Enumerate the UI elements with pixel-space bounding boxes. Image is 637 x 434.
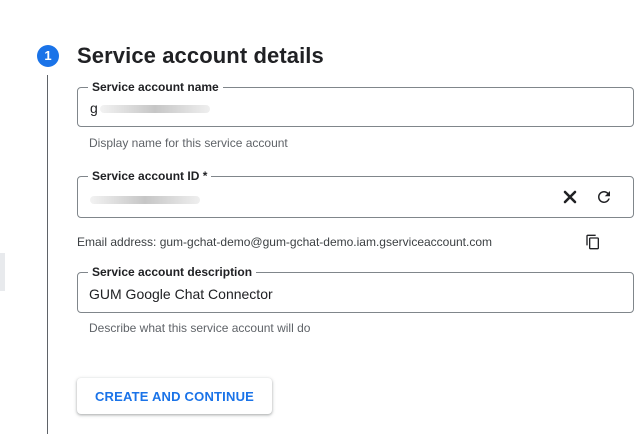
service-account-description-hint: Describe what this service account will … [89,321,311,335]
service-account-id-label: Service account ID * [88,168,212,184]
service-account-id-field[interactable]: Service account ID * [77,168,634,218]
copy-icon[interactable] [582,231,604,253]
email-address-text: Email address: gum-gchat-demo@gum-gchat-… [77,235,493,249]
step-number-badge: 1 [37,45,59,67]
service-account-description-field[interactable]: Service account description GUM Google C… [77,264,634,313]
service-account-name-value[interactable]: g [90,99,210,117]
stepper-connector-line [47,75,48,434]
service-account-id-value[interactable] [90,190,200,208]
clear-icon[interactable] [559,186,581,208]
service-account-name-field[interactable]: Service account name g [77,79,634,127]
create-and-continue-button[interactable]: CREATE AND CONTINUE [77,378,272,414]
side-panel-edge [0,253,5,291]
service-account-name-hint: Display name for this service account [89,136,288,150]
service-account-description-value[interactable]: GUM Google Chat Connector [89,285,273,303]
refresh-icon[interactable] [593,186,615,208]
service-account-description-label: Service account description [88,264,257,280]
redacted-text [99,105,210,114]
redacted-text [90,196,200,205]
step-title: Service account details [77,43,324,68]
service-account-name-label: Service account name [88,79,223,95]
